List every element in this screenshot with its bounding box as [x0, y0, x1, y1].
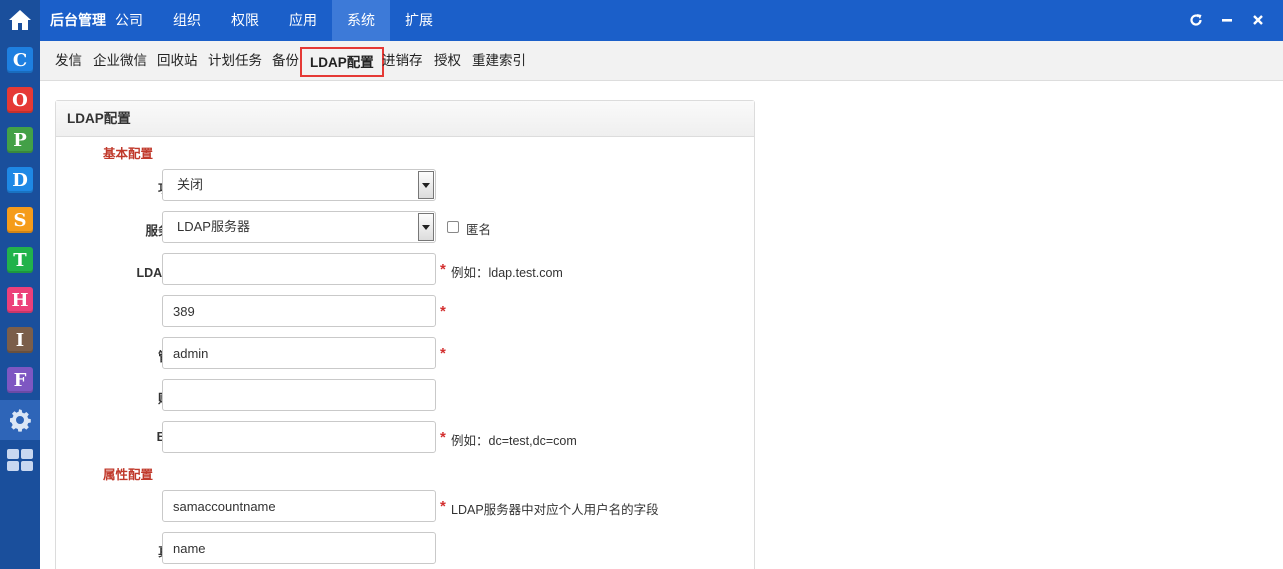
home-button[interactable]	[0, 0, 40, 40]
rail-app-letter: F	[13, 369, 27, 391]
rail-app-letter: H	[11, 289, 29, 311]
sub-nav-item[interactable]: 计划任务	[208, 41, 262, 81]
admin-account-input[interactable]	[162, 337, 436, 369]
status-select-value: 关闭	[177, 177, 204, 192]
rail-app-letter: D	[12, 169, 28, 191]
rail-app-letter: P	[13, 129, 27, 151]
grid-icon	[7, 449, 33, 471]
sub-nav-item[interactable]: 备份	[272, 41, 299, 81]
status-select[interactable]: 关闭	[162, 169, 436, 201]
password-input[interactable]	[162, 379, 436, 411]
close-icon	[1253, 15, 1263, 25]
sub-nav-item[interactable]: 进销存	[382, 41, 423, 81]
port-input[interactable]	[162, 295, 436, 327]
top-nav-item[interactable]: 权限	[216, 0, 274, 41]
rail-app-letter: S	[13, 209, 27, 231]
required-mark: *	[440, 261, 446, 278]
chevron-down-icon	[418, 171, 434, 199]
required-mark: *	[440, 303, 446, 320]
rail-app-letter: O	[12, 89, 28, 111]
sub-nav: 发信 企业微信 回收站 计划任务 备份 LDAP配置 进销存 授权 重建索引	[40, 41, 1283, 81]
sub-nav-item[interactable]: 重建索引	[472, 41, 526, 81]
close-button[interactable]	[1249, 11, 1267, 29]
chevron-down-icon	[418, 213, 434, 241]
refresh-button[interactable]	[1187, 11, 1205, 29]
required-mark: *	[440, 345, 446, 362]
server-type-select-value: LDAP服务器	[177, 219, 250, 234]
minimize-button[interactable]	[1218, 11, 1236, 29]
rail-app-i[interactable]: I	[7, 327, 33, 353]
sub-nav-item[interactable]: 发信	[55, 41, 82, 81]
all-apps-button[interactable]	[0, 440, 40, 480]
login-name-hint: LDAP服务器中对应个人用户名的字段	[451, 503, 659, 517]
settings-button[interactable]	[0, 400, 40, 440]
rail-app-letter: T	[13, 249, 27, 271]
server-type-select[interactable]: LDAP服务器	[162, 211, 436, 243]
refresh-icon	[1190, 14, 1202, 26]
required-mark: *	[440, 429, 446, 446]
base-dn-input[interactable]	[162, 421, 436, 453]
app-rail: COPDSTHIF	[0, 0, 40, 569]
rail-app-p[interactable]: P	[7, 127, 33, 153]
real-name-input[interactable]	[162, 532, 436, 564]
anonymous-checkbox[interactable]	[447, 221, 459, 233]
top-bar: 后台管理 公司 组织 权限 应用 系统 扩展	[40, 0, 1283, 41]
top-nav-item[interactable]: 应用	[274, 0, 332, 41]
rail-app-t[interactable]: T	[7, 247, 33, 273]
gear-icon	[10, 409, 31, 432]
sub-nav-item[interactable]: 回收站	[157, 41, 198, 81]
app-title: 后台管理	[50, 12, 106, 28]
top-nav-item[interactable]: 系统	[332, 0, 390, 41]
sub-nav-item[interactable]: 企业微信	[93, 41, 147, 81]
section-attribute-config: 属性配置	[103, 468, 154, 482]
rail-app-s[interactable]: S	[7, 207, 33, 233]
login-name-input[interactable]	[162, 490, 436, 522]
top-nav-item[interactable]: 公司	[100, 0, 158, 41]
rail-app-d[interactable]: D	[7, 167, 33, 193]
ldap-server-hint: 例如：ldap.test.com	[451, 266, 563, 280]
anonymous-label: 匿名	[466, 223, 492, 237]
top-nav-item[interactable]: 扩展	[390, 0, 448, 41]
ldap-config-panel: LDAP配置 基本配置 功能状态 关闭 服务器类型 LDAP服务器 匿名 LDA…	[55, 100, 755, 569]
sub-nav-item[interactable]: 授权	[434, 41, 461, 81]
required-mark: *	[440, 498, 446, 515]
rail-app-f[interactable]: F	[7, 367, 33, 393]
top-nav-item[interactable]: 组织	[158, 0, 216, 41]
minimize-icon	[1222, 19, 1232, 22]
base-dn-hint: 例如：dc=test,dc=com	[451, 434, 577, 448]
rail-app-o[interactable]: O	[7, 87, 33, 113]
rail-app-letter: C	[12, 49, 28, 71]
rail-app-h[interactable]: H	[7, 287, 33, 313]
home-icon	[9, 10, 31, 30]
panel-title: LDAP配置	[56, 101, 754, 137]
rail-app-c[interactable]: C	[7, 47, 33, 73]
ldap-server-input[interactable]	[162, 253, 436, 285]
rail-app-letter: I	[15, 329, 25, 351]
sub-nav-item[interactable]: LDAP配置	[300, 47, 384, 77]
section-basic-config: 基本配置	[103, 147, 154, 161]
